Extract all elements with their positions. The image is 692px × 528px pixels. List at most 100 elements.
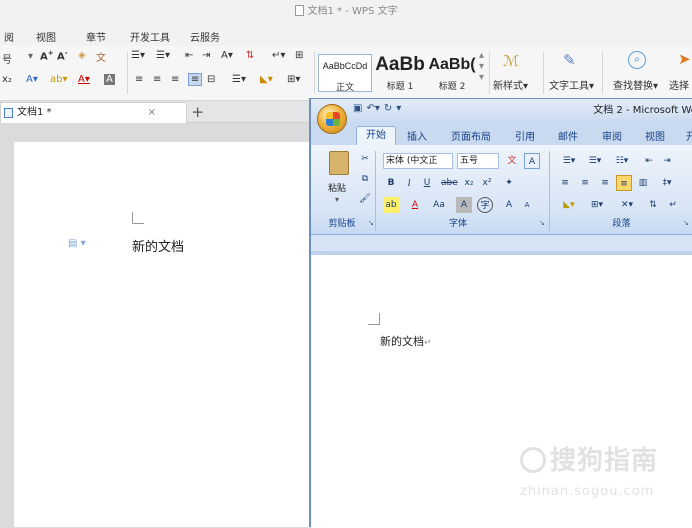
char-shading-icon[interactable]: A [456,197,472,213]
highlight-icon[interactable]: ab [383,197,399,213]
font-color-icon[interactable]: A▾ [78,74,90,85]
font-name-dropdown[interactable]: 宋体 (中文正 [383,153,453,169]
wps-document-page[interactable]: ▤ ▾ 新的文档 [14,142,312,527]
phonetic-guide-icon[interactable]: 文 [504,153,520,169]
decrease-indent-icon[interactable]: ⇤ [185,50,193,61]
enclose-char-icon[interactable]: 字 [477,197,493,213]
style-heading-1[interactable]: AaBb 标题 1 [373,54,427,92]
align-left-icon[interactable]: ≡ [135,74,143,85]
numbering-icon[interactable]: ☰▾ [583,153,607,169]
dialog-launcher-icon[interactable]: ↘ [368,219,374,227]
multilevel-list-icon[interactable]: ☷▾ [609,153,635,169]
sort-icon[interactable]: ⇅ [645,197,661,213]
customize-qat-icon[interactable]: ▾ [396,103,401,114]
phonetic-icon[interactable]: 文 [96,49,106,64]
line-spacing-icon[interactable]: ‡▾ [655,175,679,191]
tab-insert[interactable]: 插入 [407,128,427,143]
char-border-icon[interactable]: A [524,153,540,169]
justify-icon[interactable]: ≡ [616,175,632,191]
paste-button[interactable]: 粘贴 [328,181,346,194]
paste-options-icon[interactable]: ▤ ▾ [68,238,86,249]
shrink-font-icon[interactable]: A [519,197,535,213]
align-left-icon[interactable]: ≡ [557,175,573,191]
chinese-layout-icon[interactable]: ✕▾ [615,197,639,213]
change-case-icon[interactable]: Aa [431,197,447,213]
shrink-font-icon[interactable]: A- [57,49,68,62]
borders-icon[interactable]: ⊞▾ [585,197,609,213]
clear-format-icon[interactable]: ✦ [501,175,517,191]
show-marks-icon[interactable]: ↵▾ [272,50,285,61]
underline-button[interactable]: U [419,175,435,191]
align-right-icon[interactable]: ≡ [597,175,613,191]
char-format-icon[interactable]: A▾ [221,50,233,61]
text-tools-button[interactable]: 文字工具▾ [549,77,594,92]
undo-icon[interactable]: ↶▾ [366,103,379,114]
subscript-icon[interactable]: x₂ [2,74,12,85]
bullet-list-icon[interactable]: ☰▾ [131,50,145,61]
cut-icon[interactable]: ✂ [357,151,373,167]
superscript-button[interactable]: x² [479,175,495,191]
tab-mailings[interactable]: 邮件 [558,128,578,143]
subscript-button[interactable]: x₂ [461,175,477,191]
chevron-down-icon[interactable]: ▾ [335,195,339,204]
decrease-indent-icon[interactable]: ⇤ [641,153,657,169]
bold-button[interactable]: B [383,175,399,191]
increase-indent-icon[interactable]: ⇥ [202,50,210,61]
new-tab-icon[interactable]: + [191,102,204,122]
shading-icon[interactable]: ◣▾ [557,197,581,213]
increase-indent-icon[interactable]: ⇥ [659,153,675,169]
line-spacing-icon[interactable]: ☰▾ [232,74,246,85]
bullets-icon[interactable]: ☰▾ [557,153,581,169]
close-icon[interactable]: × [148,103,156,123]
tab-references[interactable]: 引用 [515,128,535,143]
copy-icon[interactable]: ⧉ [357,171,373,187]
office-button[interactable] [317,104,347,134]
strikethrough-button[interactable]: abe [441,175,458,191]
distributed-icon[interactable]: ⊟ [207,74,215,85]
table-icon[interactable]: ⊞ [295,50,303,61]
menu-item-review[interactable]: 阅 [4,29,14,44]
grow-font-icon[interactable]: A [501,197,517,213]
align-center-icon[interactable]: ≡ [577,175,593,191]
dialog-launcher-icon[interactable]: ↘ [539,219,545,227]
shading-icon[interactable]: ◣▾ [260,74,273,85]
find-replace-button[interactable]: 查找替换▾ [613,77,658,92]
style-normal[interactable]: AaBbCcDd 正文 [318,54,372,93]
redo-icon[interactable]: ↻ [384,103,392,114]
highlight-icon[interactable]: ab▾ [50,74,68,85]
tab-review[interactable]: 审阅 [602,128,622,143]
number-list-icon[interactable]: ☰▾ [156,50,170,61]
menu-item-dev-tools[interactable]: 开发工具 [130,29,170,44]
distributed-icon[interactable]: ▥ [635,175,651,191]
justify-icon[interactable]: ≡ [188,73,203,86]
style-heading-2[interactable]: AaBb( 标题 2 [425,54,479,92]
align-right-icon[interactable]: ≡ [171,74,179,85]
font-color-icon[interactable]: A [407,197,423,213]
gallery-scroll-icon[interactable]: ▴ ▾ ▾ [479,50,484,83]
borders-icon[interactable]: ⊞▾ [287,74,300,85]
tab-view[interactable]: 视图 [645,128,665,143]
new-style-button[interactable]: 新样式▾ [493,77,528,92]
font-size-dropdown[interactable]: 五号 [457,153,499,169]
chevron-down-icon[interactable]: ▾ [28,51,33,62]
show-marks-icon[interactable]: ↵ [665,197,681,213]
menu-item-cloud[interactable]: 云服务 [190,29,220,44]
tab-home[interactable]: 开始 [356,126,396,145]
tab-page-layout[interactable]: 页面布局 [451,128,491,143]
dialog-launcher-icon[interactable]: ↘ [683,219,689,227]
sort-icon[interactable]: ⇅ [246,50,254,61]
menu-item-section[interactable]: 章节 [86,29,106,44]
save-icon[interactable]: ▣ [353,103,362,114]
font-size-dropdown[interactable]: 号 [2,51,12,66]
align-center-icon[interactable]: ≡ [153,74,161,85]
text-effect-icon[interactable]: A▾ [26,74,38,85]
tab-more[interactable]: 开 [686,128,692,143]
italic-button[interactable]: I [401,175,417,191]
grow-font-icon[interactable]: A+ [40,49,54,62]
menu-item-view[interactable]: 视图 [36,29,56,44]
clear-format-icon[interactable]: ◈ [78,50,86,61]
format-painter-icon[interactable]: 🖌 [357,191,373,207]
char-shading-icon[interactable]: A [104,74,115,85]
document-tab[interactable]: 文档1 * × + [0,102,204,123]
select-button[interactable]: 选择 [669,77,689,92]
